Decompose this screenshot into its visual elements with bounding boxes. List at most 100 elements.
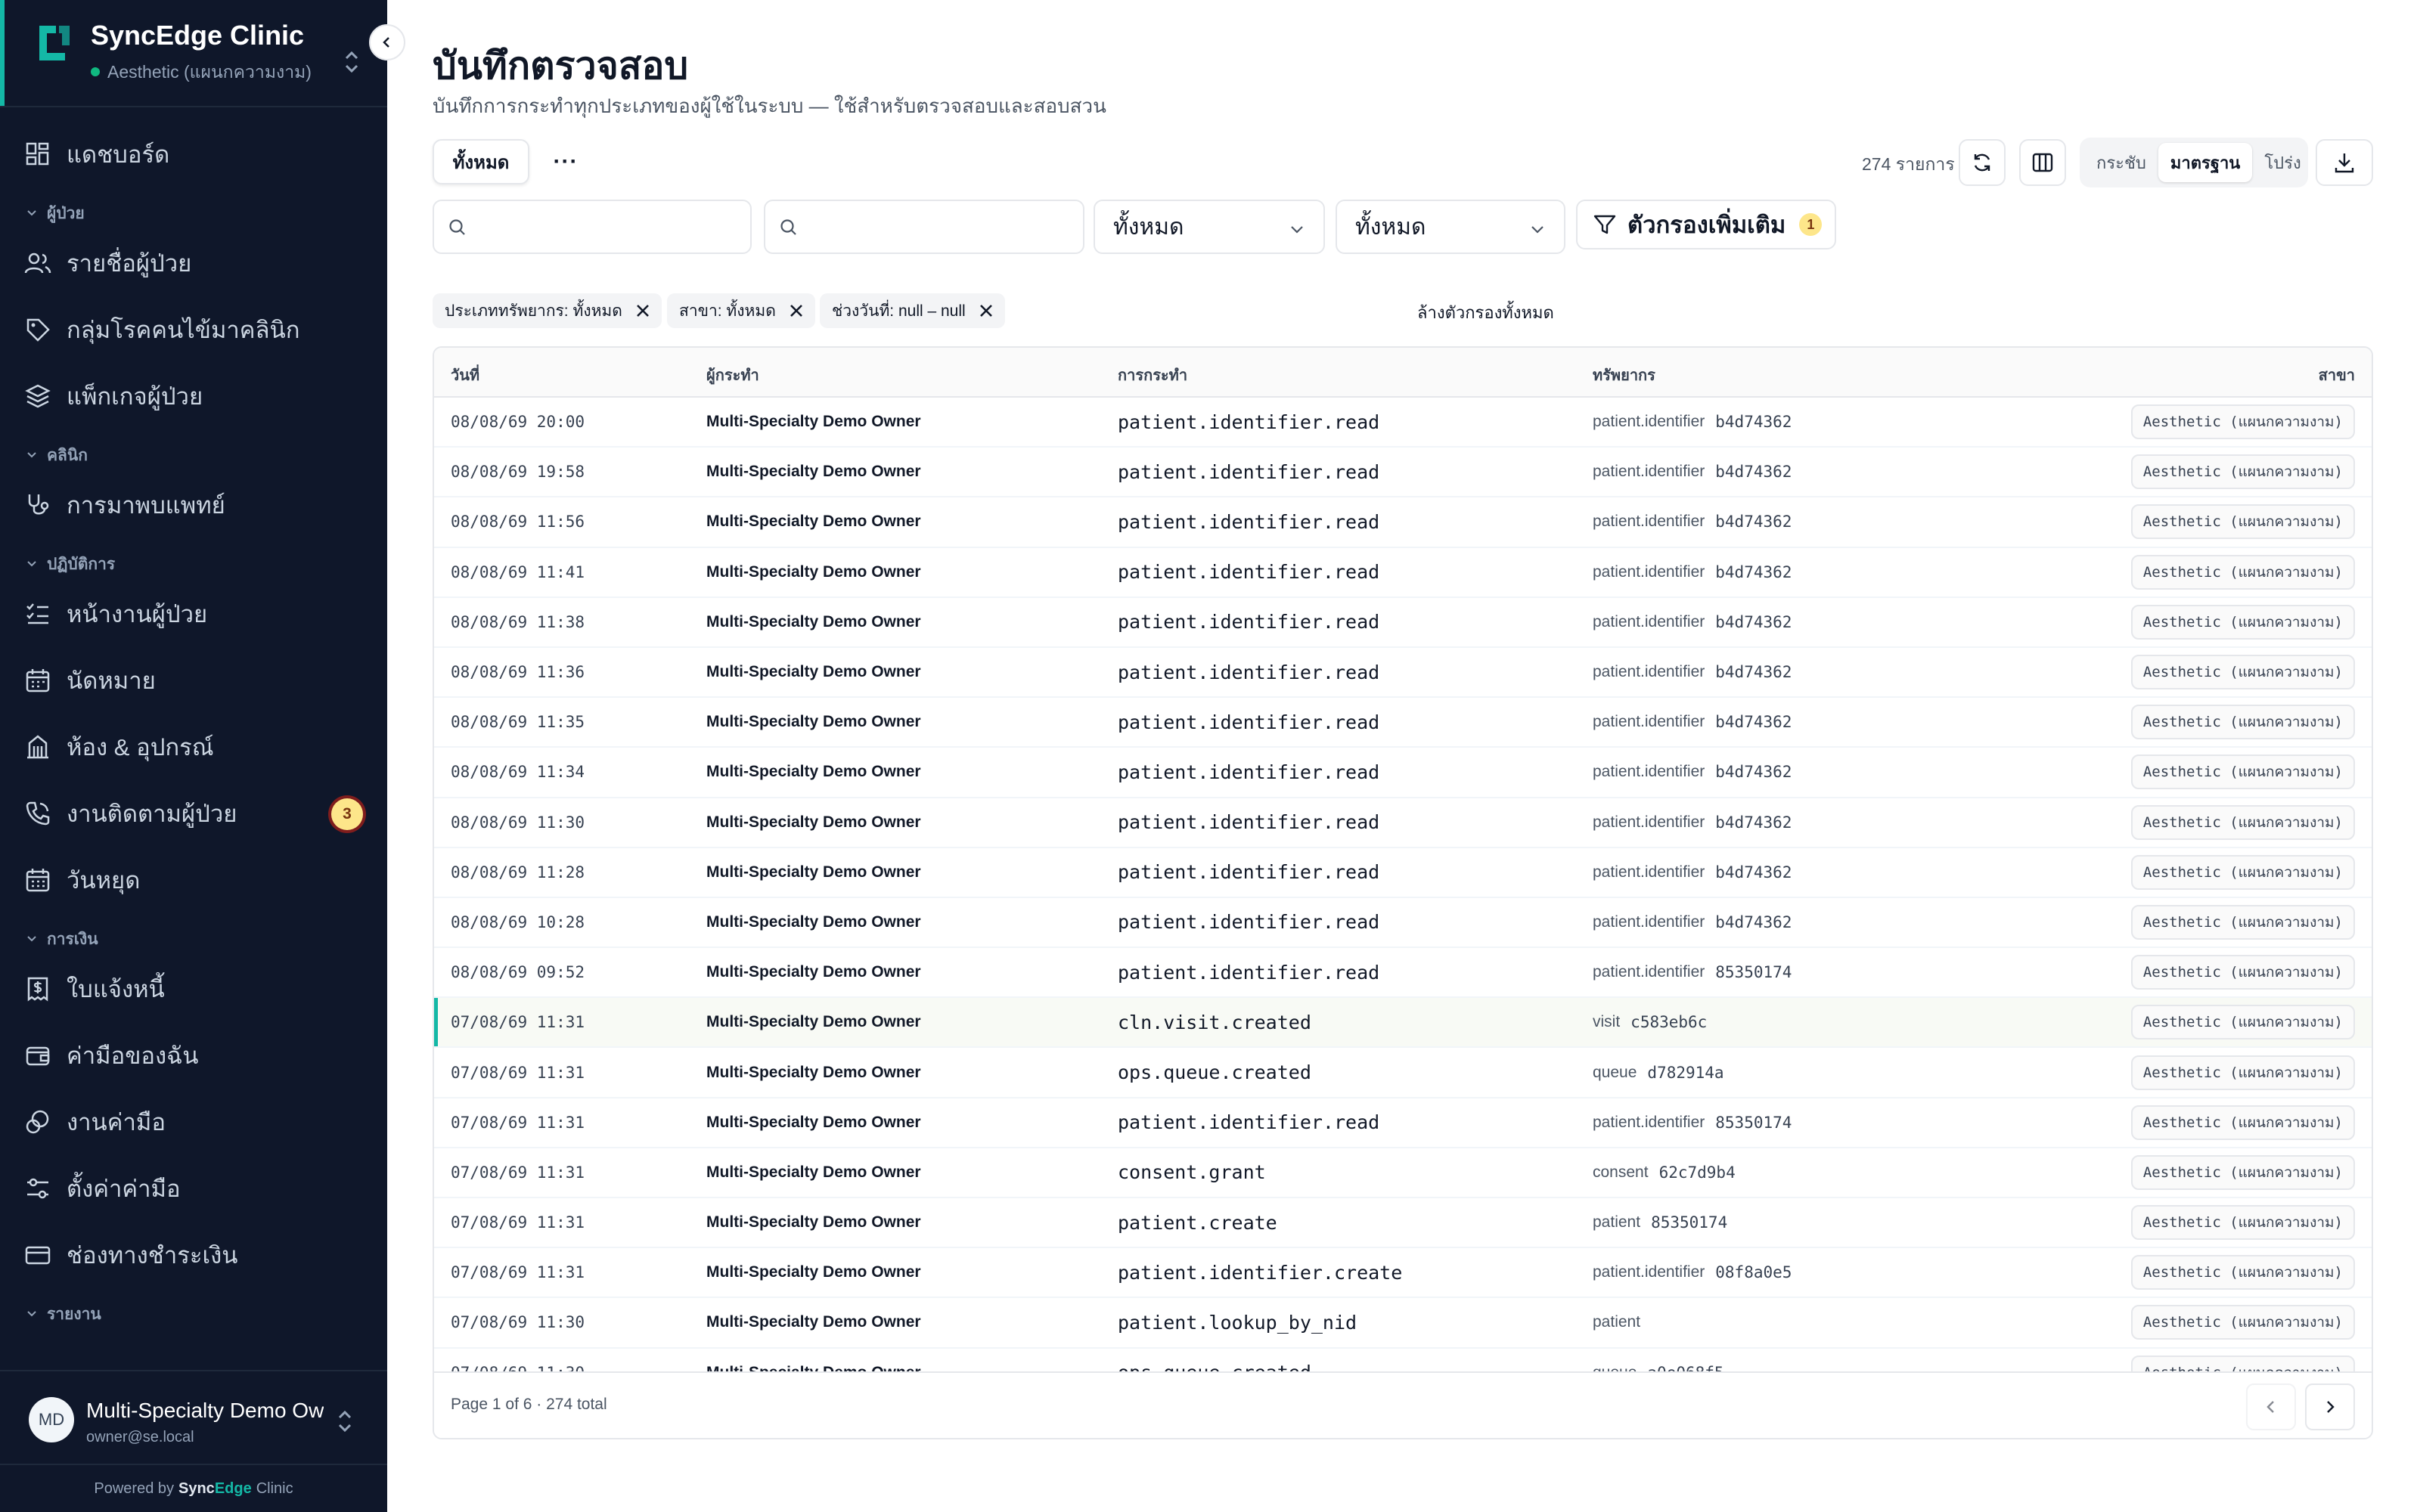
refresh-button[interactable] (1959, 139, 2006, 186)
column-header-action[interactable]: การกระทำ (1118, 363, 1187, 387)
table-row[interactable]: 08/08/69 11:35 Multi-Specialty Demo Owner… (434, 698, 2372, 748)
previous-page-button[interactable] (2246, 1383, 2296, 1430)
cell-branch: Aesthetic (แผนกความงาม) (2130, 698, 2355, 746)
search-input-1[interactable] (476, 209, 740, 246)
cell-action: patient.identifier.read (1118, 761, 1380, 783)
table-row[interactable]: 07/08/69 11:30 Multi-Specialty Demo Owner… (434, 1349, 2372, 1373)
close-icon[interactable] (634, 302, 651, 319)
branch-badge: Aesthetic (แผนกความงาม) (2130, 1005, 2355, 1040)
followups-count-badge: 3 (331, 798, 363, 830)
branch-badge: Aesthetic (แผนกความงาม) (2130, 705, 2355, 740)
table-row[interactable]: 07/08/69 11:31 Multi-Specialty Demo Owner… (434, 1198, 2372, 1249)
more-filters-button[interactable]: ตัวกรองเพิ่มเติม 1 (1576, 200, 1836, 249)
column-header-branch[interactable]: สาขา (2319, 363, 2355, 387)
table-row[interactable]: 07/08/69 11:31 Multi-Specialty Demo Owner… (434, 1148, 2372, 1198)
sidebar-item-fee-jobs[interactable]: งานค่ามือ (0, 1089, 387, 1155)
branch-select[interactable]: ทั้งหมด (1336, 200, 1565, 254)
cell-actor: Multi-Specialty Demo Owner (706, 863, 921, 881)
sidebar-item-patient-packages[interactable]: แพ็กเกจผู้ป่วย (0, 363, 387, 429)
table-row[interactable]: 07/08/69 11:31 Multi-Specialty Demo Owner… (434, 1098, 2372, 1148)
resource-id: 85350174 (1651, 1213, 1728, 1232)
clear-all-filters-button[interactable]: ล้างตัวกรองทั้งหมด (1417, 299, 1554, 326)
sidebar-item-holidays[interactable]: วันหยุด (0, 847, 387, 913)
sidebar-section-clinic[interactable]: คลินิก (0, 438, 387, 472)
column-header-resource[interactable]: ทรัพยากร (1593, 363, 1655, 387)
table-row[interactable]: 07/08/69 11:31 Multi-Specialty Demo Owner… (434, 1248, 2372, 1299)
cell-branch: Aesthetic (แผนกความงาม) (2130, 1298, 2355, 1346)
table-row[interactable]: 08/08/69 11:34 Multi-Specialty Demo Owner… (434, 748, 2372, 798)
sidebar-item-payment-channels[interactable]: ช่องทางชำระเงิน (0, 1222, 387, 1288)
table-row[interactable]: 08/08/69 11:28 Multi-Specialty Demo Owner… (434, 848, 2372, 898)
sidebar-item-doctor-visits[interactable]: การมาพบแพทย์ (0, 472, 387, 538)
density-compact[interactable]: กระชับ (2084, 143, 2158, 182)
branch-badge: Aesthetic (แผนกความงาม) (2130, 1154, 2355, 1190)
cell-actor: Multi-Specialty Demo Owner (706, 1163, 921, 1181)
select-value: ทั้งหมด (1355, 214, 1426, 240)
density-comfortable[interactable]: โปร่ง (2252, 143, 2313, 182)
sidebar-item-my-fees[interactable]: ค่ามือของฉัน (0, 1022, 387, 1089)
table-row[interactable]: 08/08/69 11:56 Multi-Specialty Demo Owner… (434, 497, 2372, 548)
cell-action: patient.identifier.read (1118, 460, 1380, 483)
sidebar-item-invoices[interactable]: ใบแจ้งหนี้ (0, 956, 387, 1022)
search-field-2[interactable] (764, 200, 1084, 254)
table-row[interactable]: 07/08/69 11:31 Multi-Specialty Demo Owner… (434, 1048, 2372, 1098)
collapse-sidebar-button[interactable] (369, 24, 405, 60)
sidebar-item-dashboard[interactable]: แดชบอร์ด (0, 121, 387, 187)
table-row[interactable]: 08/08/69 11:36 Multi-Specialty Demo Owner… (434, 648, 2372, 699)
sidebar-item-fee-settings[interactable]: ตั้งค่าค่ามือ (0, 1155, 387, 1222)
sidebar-item-patient-groups[interactable]: กลุ่มโรคคนไข้มาคลินิก (0, 296, 387, 363)
table-row[interactable]: 08/08/69 19:58 Multi-Specialty Demo Owner… (434, 448, 2372, 498)
sidebar-item-followups[interactable]: งานติดตามผู้ป่วย 3 (0, 780, 387, 847)
cell-resource: visit c583eb6c (1593, 998, 1707, 1046)
sidebar-section-finance[interactable]: การเงิน (0, 922, 387, 956)
cell-branch: Aesthetic (แผนกความงาม) (2130, 497, 2355, 546)
branch-badge: Aesthetic (แผนกความงาม) (2130, 955, 2355, 990)
table-row[interactable]: 08/08/69 10:28 Multi-Specialty Demo Owner… (434, 898, 2372, 949)
sidebar-header: SyncEdge Clinic Aesthetic (แผนกความงาม) (0, 0, 387, 107)
cell-date: 07/08/69 11:31 (451, 1063, 585, 1082)
cell-branch: Aesthetic (แผนกความงาม) (2130, 898, 2355, 947)
search-field-1[interactable] (433, 200, 752, 254)
chevron-updown-icon[interactable] (336, 1408, 354, 1435)
resource-type-select[interactable]: ทั้งหมด (1094, 200, 1325, 254)
export-button[interactable] (2316, 139, 2373, 186)
cell-action: patient.identifier.read (1118, 561, 1380, 584)
user-menu[interactable]: MD Multi-Specialty Demo Owner owner@se.l… (0, 1370, 387, 1464)
table-row[interactable]: 07/08/69 11:30 Multi-Specialty Demo Owner… (434, 1298, 2372, 1349)
chevron-down-icon (27, 210, 36, 216)
column-header-date[interactable]: วันที่ (451, 363, 479, 387)
cell-resource: patient.identifier b4d74362 (1593, 548, 1792, 596)
columns-button[interactable] (2019, 139, 2066, 186)
chevron-down-icon (27, 452, 36, 458)
chevron-updown-icon[interactable] (340, 47, 363, 77)
sidebar-item-appointments[interactable]: นัดหมาย (0, 647, 387, 714)
table-row[interactable]: 08/08/69 11:41 Multi-Specialty Demo Owner… (434, 548, 2372, 598)
density-standard[interactable]: มาตรฐาน (2158, 143, 2253, 182)
sidebar-nav: แดชบอร์ด ผู้ป่วย รายชื่อผู้ป่วย กลุ่มโรค… (0, 113, 387, 1331)
avatar: MD (29, 1397, 74, 1442)
sidebar-item-patient-list[interactable]: รายชื่อผู้ป่วย (0, 230, 387, 296)
search-input-2[interactable] (808, 209, 1072, 246)
close-icon[interactable] (788, 302, 805, 319)
cell-action: patient.identifier.read (1118, 811, 1380, 834)
table-row[interactable]: 07/08/69 11:31 Multi-Specialty Demo Owner… (434, 998, 2372, 1049)
more-options-button[interactable]: ··· (543, 139, 588, 184)
table-header: วันที่ ผู้กระทำ การกระทำ ทรัพยากร สาขา (434, 348, 2372, 398)
sidebar-section-patients[interactable]: ผู้ป่วย (0, 197, 387, 230)
sidebar-section-ops[interactable]: ปฏิบัติการ (0, 547, 387, 581)
table-row[interactable]: 08/08/69 11:38 Multi-Specialty Demo Owner… (434, 598, 2372, 648)
close-icon[interactable] (978, 302, 994, 319)
branch-selector[interactable]: Aesthetic (แผนกความงาม) (91, 59, 312, 86)
tab-all[interactable]: ทั้งหมด (433, 139, 529, 184)
table-row[interactable]: 08/08/69 09:52 Multi-Specialty Demo Owner… (434, 948, 2372, 999)
next-page-button[interactable] (2305, 1383, 2355, 1430)
table-row[interactable]: 08/08/69 11:30 Multi-Specialty Demo Owner… (434, 798, 2372, 848)
sidebar-item-rooms[interactable]: ห้อง & อุปกรณ์ (0, 714, 387, 780)
cell-date: 08/08/69 11:36 (451, 663, 585, 682)
sidebar-section-reports[interactable]: รายงาน (0, 1297, 387, 1331)
column-header-actor[interactable]: ผู้กระทำ (706, 363, 759, 387)
branch-badge: Aesthetic (แผนกความงาม) (2130, 1105, 2355, 1140)
cell-date: 08/08/69 11:56 (451, 513, 585, 531)
table-row[interactable]: 08/08/69 20:00 Multi-Specialty Demo Owner… (434, 398, 2372, 448)
sidebar-item-patient-queue[interactable]: หน้างานผู้ป่วย (0, 581, 387, 647)
